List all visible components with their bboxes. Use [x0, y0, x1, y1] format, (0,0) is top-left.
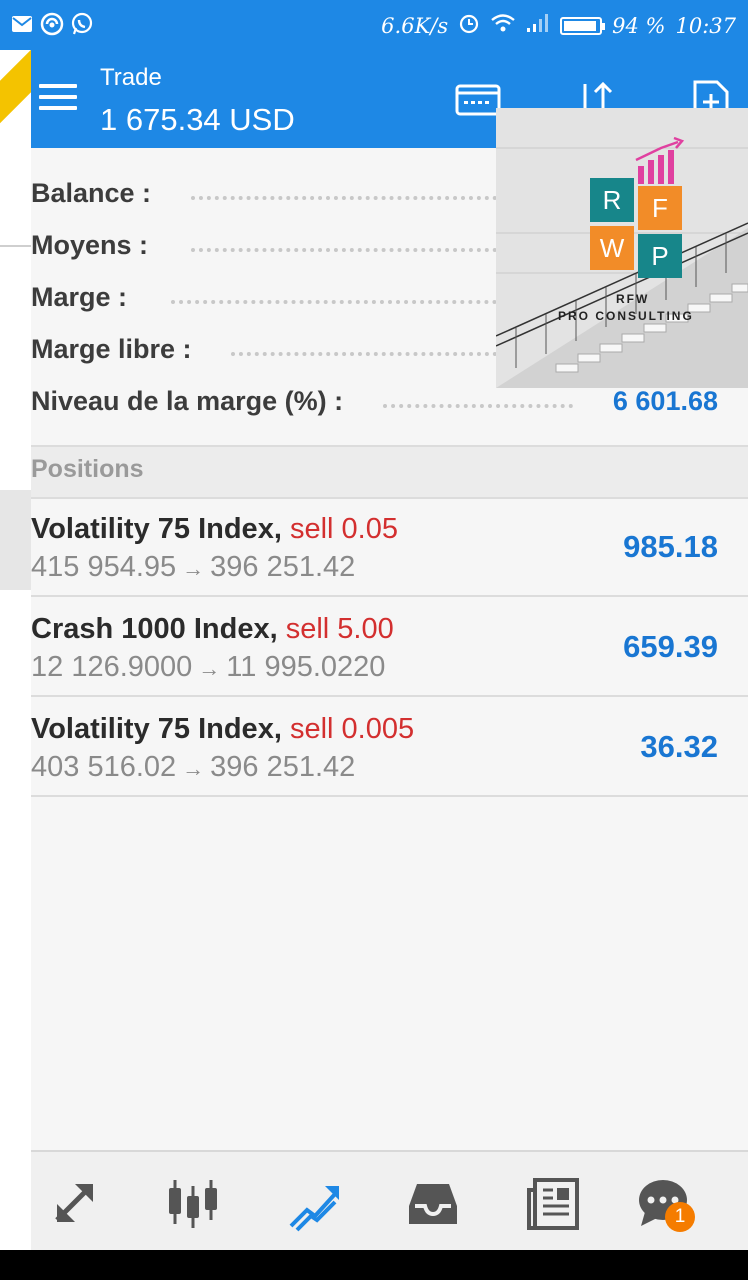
current-price: 396 251.42: [210, 551, 356, 583]
logo-letter: F: [638, 186, 682, 230]
chat-badge: 1: [665, 1202, 695, 1232]
ribbon-label: al: [0, 50, 31, 137]
bottom-navigation: 1: [31, 1150, 748, 1252]
battery-percent: 94 %: [612, 13, 666, 38]
position-symbol: Crash 1000 Index,: [31, 613, 278, 645]
position-row[interactable]: Volatility 75 Index, sell 0.005 403 516.…: [31, 697, 748, 797]
logo-letter: R: [590, 178, 634, 222]
position-row[interactable]: Crash 1000 Index, sell 5.00 12 126.9000 →…: [31, 597, 748, 697]
alarm-icon: [458, 12, 480, 39]
positions-header-label: Positions: [31, 455, 144, 483]
drawer-edge: [0, 50, 31, 1250]
battery-icon: [560, 16, 606, 35]
logo-text-line1: RFW: [616, 292, 650, 306]
quotes-icon[interactable]: [47, 1176, 103, 1232]
position-row[interactable]: Volatility 75 Index, sell 0.05 415 954.9…: [31, 497, 748, 597]
position-side: sell 0.005: [289, 713, 415, 745]
current-price: 396 251.42: [210, 751, 356, 783]
logo-letter: P: [638, 234, 682, 278]
trade-icon[interactable]: [285, 1176, 341, 1232]
chart-icon[interactable]: [165, 1176, 221, 1232]
clock: 10:37: [675, 13, 736, 38]
logo-text-line2: PRO CONSULTING: [558, 309, 694, 323]
signal-icon: [526, 13, 550, 38]
position-side: sell 0.05: [289, 513, 398, 545]
whatsapp-icon: [70, 12, 94, 36]
arrow-icon: →: [182, 556, 205, 581]
position-profit: 985.18: [623, 529, 718, 564]
position-symbol: Volatility 75 Index,: [31, 713, 282, 745]
menu-button[interactable]: [39, 84, 77, 114]
arrow-icon: →: [198, 656, 221, 681]
summary-label: Marge libre :: [31, 334, 192, 364]
chat-icon[interactable]: 1: [637, 1176, 695, 1232]
current-price: 11 995.0220: [226, 651, 386, 683]
app-icon: [40, 12, 64, 36]
logo-letter: W: [590, 226, 634, 270]
history-icon[interactable]: [405, 1176, 461, 1232]
mail-icon: [10, 12, 34, 36]
summary-label: Marge :: [31, 282, 128, 312]
summary-label: Balance :: [31, 178, 152, 208]
news-icon[interactable]: [525, 1176, 581, 1232]
arrow-icon: →: [182, 756, 205, 781]
summary-label: Moyens :: [31, 230, 149, 260]
margin-level-value: 6 601.68: [612, 386, 718, 416]
open-price: 415 954.95: [31, 551, 177, 583]
open-price: 403 516.02: [31, 751, 177, 783]
summary-label: Niveau de la marge (%) :: [31, 386, 344, 416]
position-side: sell 5.00: [285, 613, 394, 645]
position-profit: 659.39: [623, 629, 718, 664]
account-balance-subtitle: 1 675.34 USD: [100, 102, 295, 137]
wifi-icon: [490, 13, 516, 38]
position-symbol: Volatility 75 Index,: [31, 513, 282, 545]
open-price: 12 126.9000: [31, 651, 193, 683]
page-title: Trade: [100, 64, 162, 91]
card-icon[interactable]: [455, 80, 501, 120]
positions-section-header: Positions: [31, 445, 748, 499]
summary-row-margin-level: Niveau de la marge (%) : 6 601.68: [31, 382, 748, 422]
demo-ribbon: al: [0, 50, 31, 148]
rfw-logo-overlay: R F W P RFW PRO CONSULTING: [496, 108, 748, 388]
network-speed: 6.6K/s: [381, 13, 449, 38]
position-profit: 36.32: [640, 729, 718, 764]
system-navigation-bar: [0, 1250, 748, 1280]
status-bar: 6.6K/s 94 % 10:37: [0, 0, 748, 50]
